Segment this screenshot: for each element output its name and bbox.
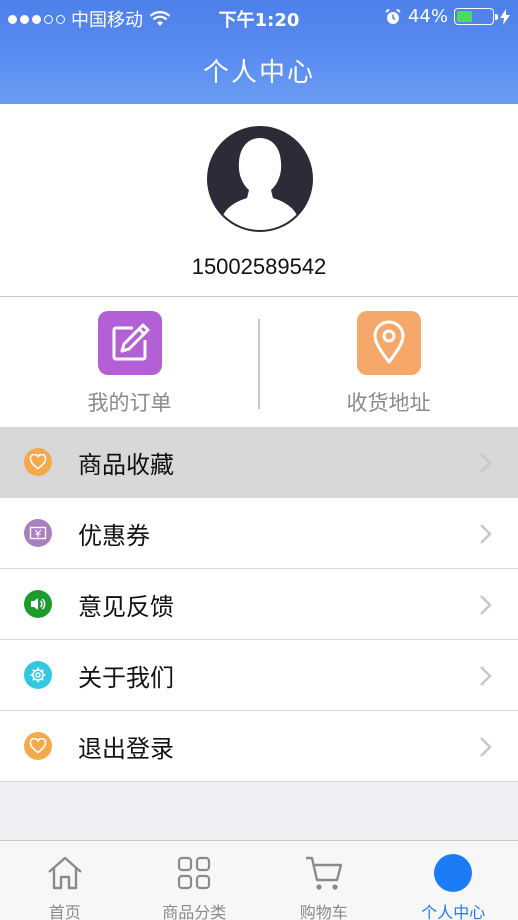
my-orders-label: 我的订单	[87, 391, 172, 415]
chevron-right-icon	[480, 595, 492, 615]
tab-bar: 首页 商品分类 购物车 个人中心	[0, 840, 518, 920]
quick-actions: 我的订单 收货地址	[0, 297, 518, 427]
grid-icon	[178, 856, 211, 890]
chevron-right-icon	[480, 666, 492, 686]
chevron-right-icon	[480, 737, 492, 757]
speaker-icon	[24, 590, 52, 618]
status-right: 44%	[384, 6, 510, 27]
header-bar: 中国移动 下午1:20 44% 个人中心	[0, 0, 518, 104]
tab-label: 购物车	[299, 903, 348, 920]
menu-item-label: 关于我们	[78, 663, 174, 692]
tab-categories[interactable]: 商品分类	[130, 841, 260, 920]
my-orders-button[interactable]: 我的订单	[0, 311, 259, 417]
menu-item-logout[interactable]: 退出登录	[0, 711, 518, 782]
chevron-right-icon	[480, 524, 492, 544]
edit-icon	[97, 311, 162, 375]
tab-home[interactable]: 首页	[0, 841, 130, 920]
menu-item-label: 优惠券	[78, 521, 150, 550]
status-bar: 中国移动 下午1:20 44%	[0, 0, 518, 34]
shipping-address-button[interactable]: 收货地址	[259, 311, 518, 417]
coupon-icon	[24, 519, 52, 547]
profile-icon	[434, 854, 473, 892]
heart-icon	[24, 732, 52, 760]
tab-label: 商品分类	[162, 903, 227, 920]
menu-item-about-us[interactable]: 关于我们	[0, 640, 518, 711]
menu-list: 商品收藏 优惠券 意见反馈 关于我们 退出登录	[0, 427, 518, 782]
gear-icon	[24, 661, 52, 689]
menu-item-label: 意见反馈	[78, 592, 174, 621]
menu-item-feedback[interactable]: 意见反馈	[0, 569, 518, 640]
heart-icon	[24, 448, 52, 476]
menu-item-label: 退出登录	[78, 734, 174, 763]
avatar[interactable]	[207, 126, 313, 232]
charging-bolt-icon	[500, 8, 510, 25]
home-icon	[47, 856, 82, 890]
menu-item-coupons[interactable]: 优惠券	[0, 498, 518, 569]
menu-item-label: 商品收藏	[78, 450, 174, 479]
location-pin-icon	[356, 311, 421, 375]
tab-cart[interactable]: 购物车	[259, 841, 389, 920]
user-silhouette-icon	[209, 128, 311, 230]
user-phone: 15002589542	[191, 254, 327, 279]
battery-percent: 44%	[407, 6, 448, 27]
page-title: 个人中心	[202, 58, 315, 88]
tab-label: 个人中心	[421, 903, 486, 920]
profile-section: 15002589542	[0, 104, 518, 297]
tab-profile[interactable]: 个人中心	[389, 841, 518, 920]
tab-label: 首页	[48, 903, 81, 920]
alarm-icon	[385, 8, 401, 24]
shipping-address-label: 收货地址	[346, 391, 431, 415]
chevron-right-icon	[480, 453, 492, 473]
battery-icon	[454, 8, 498, 25]
cart-icon	[305, 856, 342, 890]
menu-item-favorites[interactable]: 商品收藏	[0, 427, 518, 498]
